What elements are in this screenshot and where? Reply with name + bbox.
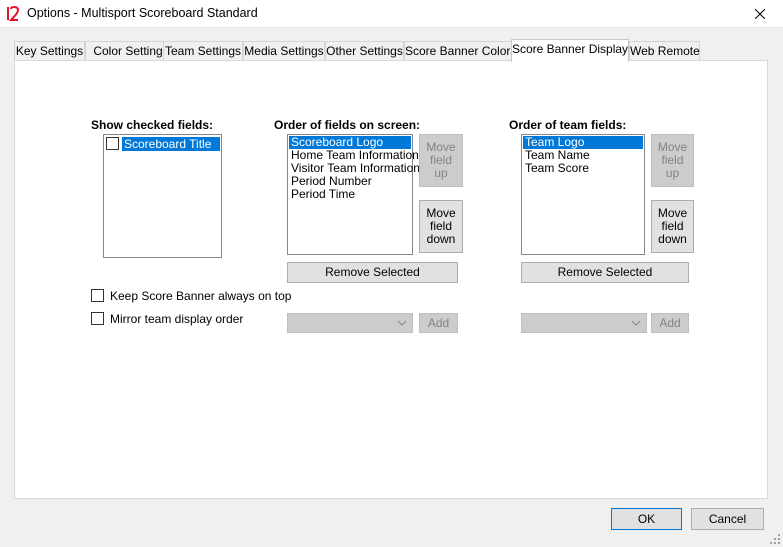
mirror-order-label[interactable]: Mirror team display order xyxy=(110,312,243,326)
order-team-move-up-button[interactable]: Move field up xyxy=(651,134,694,187)
order-team-combo[interactable] xyxy=(521,313,647,333)
order-fields-label: Order of fields on screen: xyxy=(274,118,421,132)
window-title: Options - Multisport Scoreboard Standard xyxy=(27,6,258,20)
order-team-add-button[interactable]: Add xyxy=(651,313,689,333)
cancel-button[interactable]: Cancel xyxy=(691,508,764,530)
order-team-label: Order of team fields: xyxy=(509,118,627,132)
order-team-list[interactable]: Team Logo Team Name Team Score xyxy=(521,134,645,255)
order-fields-move-down-button[interactable]: Move field down xyxy=(419,200,463,253)
keep-on-top-checkbox[interactable] xyxy=(91,289,104,302)
mirror-order-checkbox[interactable] xyxy=(91,312,104,325)
resize-grip-icon[interactable] xyxy=(769,533,781,545)
order-fields-add-button[interactable]: Add xyxy=(419,313,458,333)
order-team-remove-button[interactable]: Remove Selected xyxy=(521,262,689,283)
list-item[interactable]: Team Score xyxy=(523,162,643,175)
order-fields-remove-button[interactable]: Remove Selected xyxy=(287,262,458,283)
tab-media-settings[interactable]: Media Settings xyxy=(243,41,325,61)
chevron-down-icon xyxy=(631,320,641,326)
app-logo-icon xyxy=(7,5,20,21)
order-fields-combo[interactable] xyxy=(287,313,413,333)
tab-web-remote[interactable]: Web Remote xyxy=(629,41,700,61)
close-icon xyxy=(755,9,765,19)
tab-score-banner-display[interactable]: Score Banner Display xyxy=(511,39,629,62)
list-item[interactable]: Scoreboard Title xyxy=(105,136,220,151)
title-bar: Options - Multisport Scoreboard Standard xyxy=(0,0,783,28)
order-team-move-down-button[interactable]: Move field down xyxy=(651,200,694,253)
order-fields-move-up-button[interactable]: Move field up xyxy=(419,134,463,187)
keep-on-top-label[interactable]: Keep Score Banner always on top xyxy=(110,289,291,303)
tab-key-settings[interactable]: Key Settings xyxy=(14,41,85,61)
show-checked-fields-label: Show checked fields: xyxy=(91,118,214,132)
ok-button[interactable]: OK xyxy=(611,508,682,530)
tab-score-banner-colors[interactable]: Score Banner Colors xyxy=(404,41,516,61)
list-item[interactable]: Period Time xyxy=(289,188,411,201)
item-checkbox[interactable] xyxy=(106,137,119,150)
order-fields-list[interactable]: Scoreboard Logo Home Team Information Vi… xyxy=(287,134,420,255)
tab-team-settings[interactable]: Team Settings xyxy=(163,41,243,61)
list-item-label: Scoreboard Title xyxy=(122,136,220,151)
show-checked-fields-list[interactable]: Scoreboard Title xyxy=(103,134,222,258)
tab-other-settings[interactable]: Other Settings xyxy=(325,41,404,61)
close-button[interactable] xyxy=(737,0,783,28)
chevron-down-icon xyxy=(397,320,407,326)
